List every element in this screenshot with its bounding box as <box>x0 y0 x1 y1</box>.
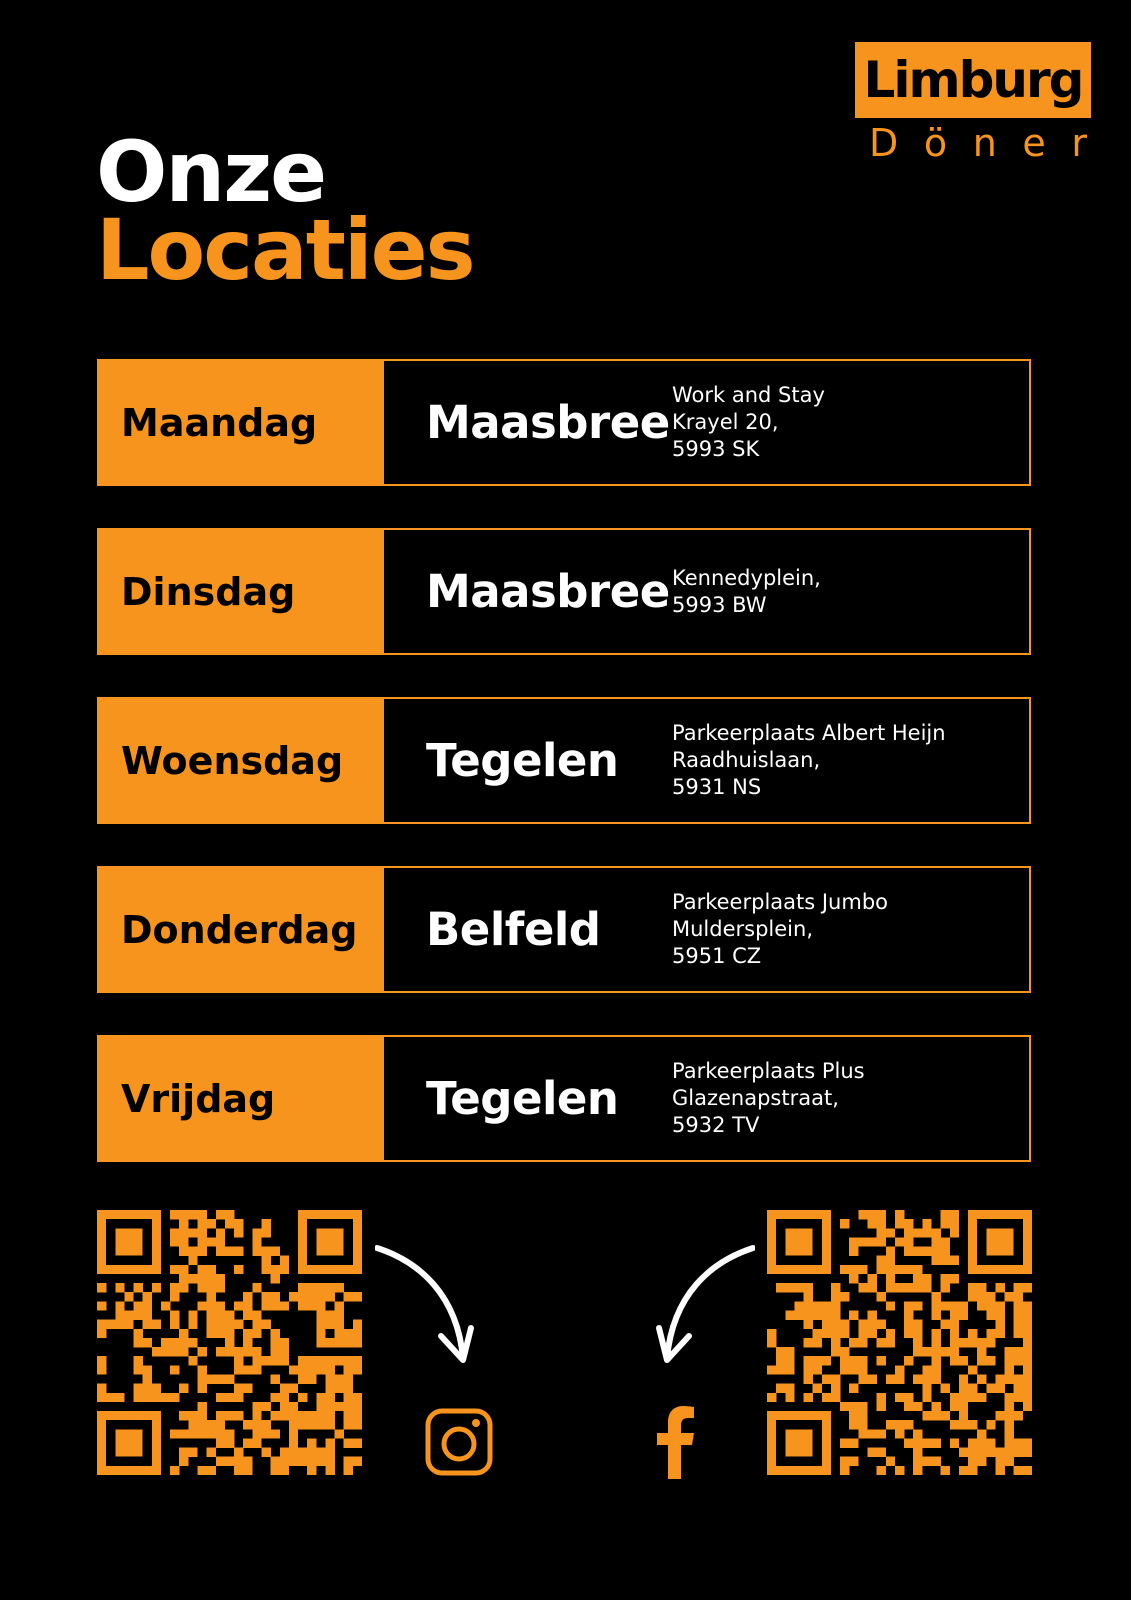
address-line: Parkeerplaats Plus <box>672 1059 865 1083</box>
address-block: Kennedyplein, 5993 BW <box>667 530 1029 653</box>
address-line: Parkeerplaats Albert Heijn <box>672 721 946 745</box>
city-label: Belfeld <box>426 903 601 956</box>
logo-sub-letter: e <box>1022 121 1046 165</box>
city-label: Maasbree <box>426 565 670 618</box>
city-label: Tegelen <box>426 1072 619 1125</box>
address-block: Parkeerplaats Albert Heijn Raadhuislaan,… <box>667 699 1029 822</box>
day-label: Maandag <box>99 361 384 484</box>
logo-sub-letter: n <box>972 121 997 165</box>
logo-sub-letter: ö <box>923 121 948 165</box>
location-row: Woensdag Tegelen Parkeerplaats Albert He… <box>97 697 1031 824</box>
arrow-down-right-icon <box>375 1245 474 1363</box>
address-line: 5931 NS <box>672 775 762 799</box>
address-line: Raadhuislaan, <box>672 748 821 772</box>
location-row: Dinsdag Maasbree Kennedyplein, 5993 BW <box>97 528 1031 655</box>
logo-subtitle: D ö n e r <box>855 124 1091 162</box>
arrow-down-left-icon <box>656 1245 755 1363</box>
location-row: Donderdag Belfeld Parkeerplaats Jumbo Mu… <box>97 866 1031 993</box>
address-line: Kennedyplein, <box>672 565 821 590</box>
day-label: Donderdag <box>99 868 384 991</box>
address-line: Work and Stay <box>672 383 825 407</box>
address-block: Work and Stay Krayel 20, 5993 SK <box>667 361 1029 484</box>
address-block: Parkeerplaats Jumbo Muldersplein, 5951 C… <box>667 868 1029 991</box>
brand-logo: Limburg D ö n e r <box>855 42 1091 162</box>
address-line: 5951 CZ <box>672 944 762 968</box>
day-label: Vrijdag <box>99 1037 384 1160</box>
location-row: Maandag Maasbree Work and Stay Krayel 20… <box>97 359 1031 486</box>
logo-sub-letter: D <box>869 121 899 165</box>
instagram-qr-code[interactable] <box>97 1210 362 1475</box>
city-label: Maasbree <box>426 396 670 449</box>
facebook-qr-code[interactable] <box>767 1210 1032 1475</box>
city-label: Tegelen <box>426 734 619 787</box>
address-line: Parkeerplaats Jumbo <box>672 890 888 914</box>
logo-sub-letter: r <box>1071 121 1087 165</box>
address-line: Krayel 20, <box>672 410 779 434</box>
location-row: Vrijdag Tegelen Parkeerplaats Plus Glaze… <box>97 1035 1031 1162</box>
address-line: 5932 TV <box>672 1113 760 1137</box>
logo-name: Limburg <box>863 51 1085 109</box>
address-block: Parkeerplaats Plus Glazenapstraat, 5932 … <box>667 1037 1029 1160</box>
instagram-icon[interactable] <box>425 1408 493 1476</box>
facebook-icon[interactable] <box>655 1405 695 1479</box>
day-label: Woensdag <box>99 699 384 822</box>
address-line: Glazenapstraat, <box>672 1086 839 1110</box>
address-line: 5993 BW <box>672 592 767 617</box>
logo-box: Limburg <box>855 42 1091 118</box>
page-title-line2: Locaties <box>96 201 476 299</box>
day-label: Dinsdag <box>99 530 384 653</box>
address-line: Muldersplein, <box>672 917 813 941</box>
address-line: 5993 SK <box>672 437 760 461</box>
